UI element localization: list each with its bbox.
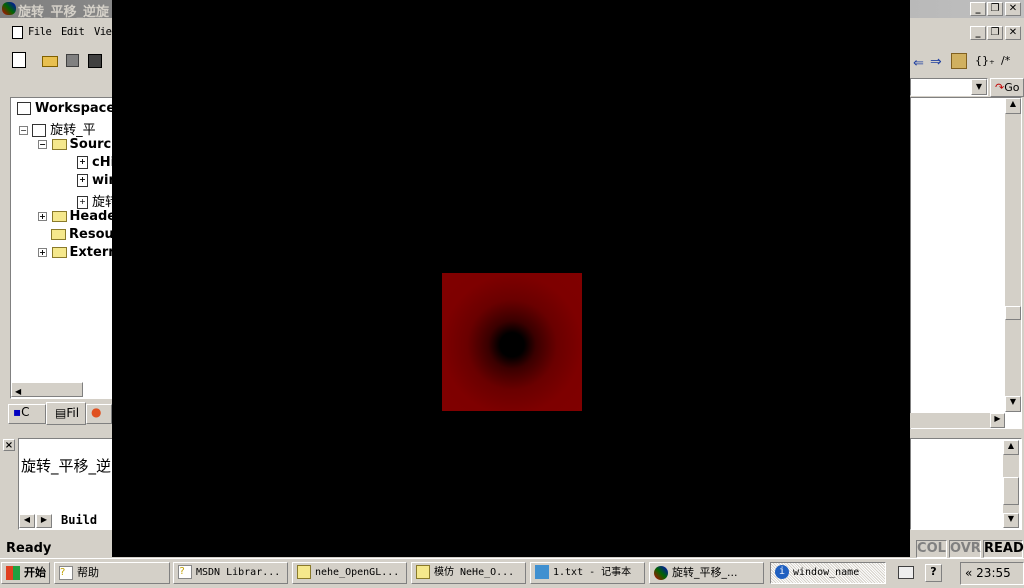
dropdown-arrow-icon[interactable]: ▼ (971, 79, 987, 95)
folder-icon (51, 247, 67, 258)
windows-logo-icon (6, 566, 20, 580)
workspace-tree[interactable]: Workspace − 旋转_平 − Sourc + cHi + win + 旋转 +… (10, 97, 118, 399)
go-label: Go (1004, 81, 1020, 94)
brace-icon[interactable]: {}₊ (975, 54, 995, 67)
keyboard-icon[interactable] (898, 566, 914, 579)
menu-file[interactable]: File (28, 26, 52, 38)
tree-item-file[interactable]: + cHi (77, 155, 115, 170)
red-textured-square (442, 273, 582, 411)
menu-edit[interactable]: Edit (61, 26, 85, 38)
tab-file-view[interactable]: ▤Fil (46, 402, 86, 425)
task-window-name[interactable]: i window_name (770, 562, 886, 584)
doc-close-button[interactable]: ✕ (1005, 26, 1021, 40)
close-button[interactable]: ✕ (1005, 2, 1021, 16)
task-help[interactable]: ? 帮助 (54, 562, 170, 584)
folder-icon (416, 565, 430, 579)
status-ovr: OVR (949, 540, 981, 558)
expand-icon[interactable]: + (38, 212, 47, 221)
tab-scroll-left[interactable]: ◀ (19, 514, 35, 528)
clock: 23:55 (976, 566, 1011, 580)
workspace-icon (17, 102, 31, 115)
document-icon (12, 26, 23, 39)
editor-horizontal-scrollbar[interactable]: ▶ (910, 413, 1005, 428)
open-folder-icon[interactable] (42, 56, 58, 67)
comment-icon[interactable]: /* (1001, 54, 1010, 67)
folder-icon (51, 139, 67, 150)
tree-item-source[interactable]: − Sourc (38, 137, 111, 152)
expand-icon[interactable]: + (38, 248, 47, 257)
system-tray: « 23:55 (960, 562, 1024, 585)
output-pane: 旋转_平移_逆 ◀ ▶ Build (18, 438, 115, 530)
help-tray-icon[interactable]: ? (925, 564, 942, 582)
restore-button[interactable]: ❐ (987, 2, 1003, 16)
folder-icon (297, 565, 311, 579)
start-button[interactable]: 开始 (1, 562, 50, 584)
project-node[interactable]: − 旋转_平 (19, 119, 96, 138)
task-vc-project[interactable]: 旋转_平移_... (649, 562, 764, 584)
tab-scroll-right[interactable]: ▶ (36, 514, 52, 528)
forward-arrow-icon[interactable]: ⇒ (930, 54, 942, 70)
horizontal-scrollbar[interactable]: ◀ (11, 382, 83, 397)
doc-restore-button[interactable]: ❐ (987, 26, 1003, 40)
app-icon (654, 566, 668, 580)
editor-vertical-scrollbar[interactable]: ▲ ▼ (1005, 98, 1021, 412)
task-notepad[interactable]: 1.txt - 记事本 (530, 562, 645, 584)
app-icon (2, 2, 16, 15)
back-arrow-icon[interactable]: ⇐ (913, 56, 924, 71)
collapse-icon[interactable]: − (38, 140, 47, 149)
folder-icon (51, 211, 67, 222)
file-icon: + (77, 196, 88, 209)
go-button[interactable]: ↷Go (990, 78, 1024, 97)
notepad-icon (535, 565, 549, 579)
menu-view[interactable]: Vie (94, 26, 112, 38)
collapse-icon[interactable]: − (19, 126, 28, 135)
expand-tray-icon[interactable]: « (965, 566, 972, 580)
task-folder-mofang[interactable]: 模仿 NeHe_O... (411, 562, 526, 584)
workspace-root[interactable]: Workspace (17, 101, 115, 116)
minimize-button[interactable]: _ (970, 2, 986, 16)
doc-minimize-button[interactable]: _ (970, 26, 986, 40)
opengl-render-window[interactable] (112, 0, 910, 557)
project-icon (32, 124, 47, 137)
output-vertical-scrollbar[interactable]: ▲ ▼ (1003, 440, 1019, 528)
status-read: READ (983, 540, 1024, 558)
file-icon: + (77, 174, 88, 187)
tree-item-external[interactable]: + Extern (38, 245, 118, 260)
output-close-button[interactable]: × (3, 439, 15, 451)
new-file-icon[interactable] (12, 52, 26, 68)
tab-class-view[interactable]: ▪C (8, 404, 46, 424)
clipboard-icon[interactable] (951, 53, 967, 69)
save-icon[interactable] (66, 54, 79, 67)
tab-resource-view[interactable]: ● (86, 404, 112, 424)
tab-build[interactable]: Build (61, 513, 97, 527)
file-icon: + (77, 156, 88, 169)
status-text: Ready (6, 541, 52, 556)
output-text: 旋转_平移_逆 (21, 457, 112, 475)
task-folder-nehe[interactable]: nehe_OpenGL... (292, 562, 407, 584)
save-all-icon[interactable] (88, 54, 102, 68)
tree-item-resource[interactable]: Resou (51, 227, 114, 242)
folder-icon (51, 229, 66, 240)
task-msdn[interactable]: ? MSDN Librar... (173, 562, 288, 584)
window-title: 旋转_平移_逆旋 (18, 5, 110, 20)
status-col: COL (916, 540, 947, 558)
tree-item-header[interactable]: + Heade (38, 209, 116, 224)
